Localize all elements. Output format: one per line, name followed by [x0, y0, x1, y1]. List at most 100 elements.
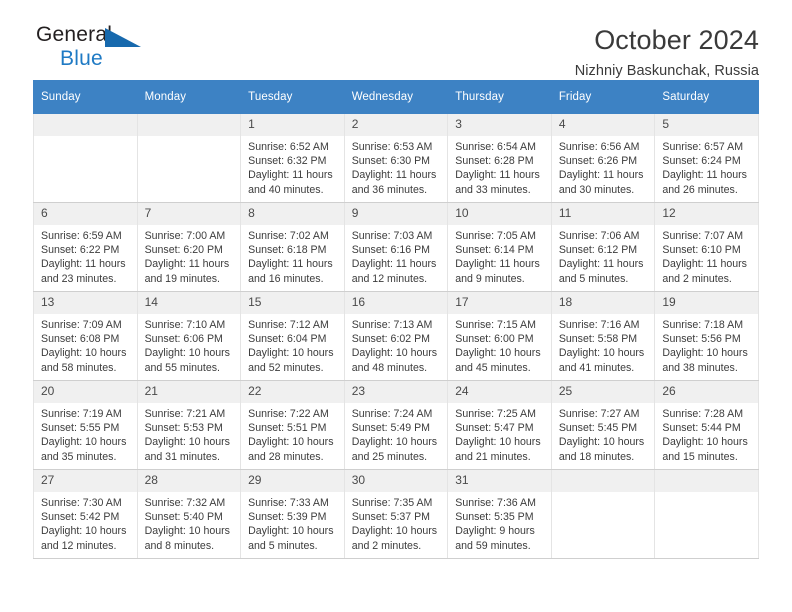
day-number: [137, 114, 241, 136]
calendar-day-cell[interactable]: 25 Sunrise: 7:27 AM Sunset: 5:45 PM Dayligh…: [550, 380, 656, 470]
calendar-day-cell[interactable]: 1 Sunrise: 6:52 AM Sunset: 6:32 PM Daylight…: [240, 113, 345, 203]
day-details: Sunrise: 7:16 AM Sunset: 5:58 PM Daylight:…: [552, 314, 655, 375]
weekday-header-row: Sunday Monday Tuesday Wednesday Thursday…: [33, 80, 759, 114]
day-cell-inner: 14 Sunrise: 7:10 AM Sunset: 6:06 PM Dayligh…: [137, 292, 241, 380]
daylight-duration-line1: Daylight: 11 hours: [248, 258, 333, 271]
day-number: 17: [448, 292, 551, 314]
calendar-day-cell[interactable]: 23 Sunrise: 7:24 AM Sunset: 5:49 PM Dayligh…: [343, 380, 449, 470]
calendar-day-cell[interactable]: 6 Sunrise: 6:59 AM Sunset: 6:22 PM Daylight…: [33, 202, 138, 292]
calendar-day-cell[interactable]: 8 Sunrise: 7:02 AM Sunset: 6:18 PM Daylight…: [240, 202, 345, 292]
calendar-day-cell[interactable]: 21 Sunrise: 7:21 AM Sunset: 5:53 PM Dayligh…: [136, 380, 242, 470]
day-cell-inner: 3 Sunrise: 6:54 AM Sunset: 6:28 PM Daylight…: [448, 114, 551, 202]
daylight-duration-line2: and 12 minutes.: [41, 539, 117, 552]
day-cell-inner: 30 Sunrise: 7:35 AM Sunset: 5:37 PM Dayligh…: [344, 470, 448, 558]
day-number: 1: [241, 114, 344, 136]
calendar-day-cell[interactable]: 15 Sunrise: 7:12 AM Sunset: 6:04 PM Dayligh…: [240, 291, 345, 381]
day-number: [655, 470, 758, 492]
calendar-day-cell[interactable]: 5 Sunrise: 6:57 AM Sunset: 6:24 PM Daylight…: [654, 113, 759, 203]
sunset-time: Sunset: 6:32 PM: [248, 155, 327, 168]
day-number: 20: [34, 381, 137, 403]
day-details: Sunrise: 7:35 AM Sunset: 5:37 PM Daylight:…: [345, 492, 448, 553]
weekday-header-sunday: Sunday: [33, 80, 138, 114]
day-cell-inner: [137, 114, 241, 202]
calendar-week-row: 1 Sunrise: 6:52 AM Sunset: 6:32 PM Daylight…: [33, 113, 759, 203]
day-cell-inner: 21 Sunrise: 7:21 AM Sunset: 5:53 PM Dayligh…: [137, 381, 241, 469]
sunset-time: Sunset: 6:26 PM: [558, 155, 638, 168]
calendar-day-cell[interactable]: 22 Sunrise: 7:22 AM Sunset: 5:51 PM Dayligh…: [240, 380, 345, 470]
calendar-day-cell[interactable]: 27 Sunrise: 7:30 AM Sunset: 5:42 PM Dayligh…: [33, 469, 138, 559]
calendar-day-cell[interactable]: 14 Sunrise: 7:10 AM Sunset: 6:06 PM Dayligh…: [136, 291, 242, 381]
calendar-day-cell[interactable]: 28 Sunrise: 7:32 AM Sunset: 5:40 PM Dayligh…: [136, 469, 242, 559]
daylight-duration-line2: and 16 minutes.: [248, 272, 324, 285]
sunset-time: Sunset: 6:06 PM: [144, 333, 223, 346]
daylight-duration-line1: Daylight: 10 hours: [248, 436, 334, 449]
calendar-day-cell[interactable]: 2 Sunrise: 6:53 AM Sunset: 6:30 PM Daylight…: [343, 113, 449, 203]
calendar-week-row: 6 Sunrise: 6:59 AM Sunset: 6:22 PM Daylight…: [33, 202, 759, 292]
day-details: Sunrise: 7:13 AM Sunset: 6:02 PM Daylight:…: [345, 314, 448, 375]
day-cell-inner: 22 Sunrise: 7:22 AM Sunset: 5:51 PM Dayligh…: [241, 381, 344, 469]
sunrise-time: Sunrise: 7:32 AM: [144, 497, 226, 509]
sunset-time: Sunset: 5:51 PM: [248, 422, 327, 435]
calendar-day-cell[interactable]: 31 Sunrise: 7:36 AM Sunset: 5:35 PM Dayligh…: [447, 469, 552, 559]
sunrise-time: Sunrise: 6:59 AM: [41, 230, 122, 242]
calendar-day-cell[interactable]: 18 Sunrise: 7:16 AM Sunset: 5:58 PM Dayligh…: [550, 291, 656, 381]
calendar-day-cell[interactable]: 13 Sunrise: 7:09 AM Sunset: 6:08 PM Dayligh…: [33, 291, 138, 381]
sunset-time: Sunset: 6:02 PM: [351, 333, 431, 346]
day-number: 16: [344, 292, 448, 314]
sunset-time: Sunset: 5:35 PM: [455, 511, 534, 524]
calendar-day-cell[interactable]: 26 Sunrise: 7:28 AM Sunset: 5:44 PM Dayligh…: [654, 380, 759, 470]
daylight-duration-line1: Daylight: 10 hours: [248, 347, 334, 360]
calendar-cell-empty: [33, 113, 138, 203]
daylight-duration-line1: Daylight: 10 hours: [144, 525, 230, 538]
sunset-time: Sunset: 6:08 PM: [41, 333, 120, 346]
day-number: [551, 470, 655, 492]
day-cell-inner: 25 Sunrise: 7:27 AM Sunset: 5:45 PM Dayligh…: [551, 381, 655, 469]
general-blue-logo[interactable]: General Blue: [33, 24, 148, 69]
calendar-day-cell[interactable]: 4 Sunrise: 6:56 AM Sunset: 6:26 PM Daylight…: [550, 113, 656, 203]
day-cell-inner: 19 Sunrise: 7:18 AM Sunset: 5:56 PM Dayligh…: [655, 292, 758, 380]
day-details: Sunrise: 7:09 AM Sunset: 6:08 PM Daylight:…: [34, 314, 137, 375]
day-cell-inner: 13 Sunrise: 7:09 AM Sunset: 6:08 PM Dayligh…: [34, 292, 137, 380]
blue-triangle-icon: [105, 26, 145, 52]
day-cell-inner: 20 Sunrise: 7:19 AM Sunset: 5:55 PM Dayligh…: [34, 381, 137, 469]
sunrise-time: Sunrise: 7:03 AM: [351, 230, 433, 242]
calendar-day-cell[interactable]: 9 Sunrise: 7:03 AM Sunset: 6:16 PM Daylight…: [343, 202, 449, 292]
calendar-day-cell[interactable]: 7 Sunrise: 7:00 AM Sunset: 6:20 PM Daylight…: [136, 202, 242, 292]
day-number: 3: [448, 114, 551, 136]
calendar-day-cell[interactable]: 11 Sunrise: 7:06 AM Sunset: 6:12 PM Dayligh…: [550, 202, 656, 292]
sunrise-time: Sunrise: 7:22 AM: [248, 408, 329, 420]
sunrise-sunset-calendar: Sunday Monday Tuesday Wednesday Thursday…: [33, 80, 759, 559]
calendar-day-cell[interactable]: 3 Sunrise: 6:54 AM Sunset: 6:28 PM Daylight…: [447, 113, 552, 203]
weekday-header-wednesday: Wednesday: [343, 80, 449, 114]
weekday-header-saturday: Saturday: [654, 80, 759, 114]
calendar-day-cell[interactable]: 30 Sunrise: 7:35 AM Sunset: 5:37 PM Dayligh…: [343, 469, 449, 559]
calendar-day-cell[interactable]: 17 Sunrise: 7:15 AM Sunset: 6:00 PM Dayligh…: [447, 291, 552, 381]
daylight-duration-line2: and 28 minutes.: [248, 450, 324, 463]
sunrise-time: Sunrise: 7:13 AM: [351, 319, 433, 331]
daylight-duration-line2: and 58 minutes.: [41, 361, 117, 374]
daylight-duration-line1: Daylight: 11 hours: [662, 169, 747, 182]
sunrise-time: Sunrise: 7:15 AM: [455, 319, 536, 331]
calendar-day-cell[interactable]: 19 Sunrise: 7:18 AM Sunset: 5:56 PM Dayligh…: [654, 291, 759, 381]
day-cell-inner: 17 Sunrise: 7:15 AM Sunset: 6:00 PM Dayligh…: [448, 292, 551, 380]
sunrise-time: Sunrise: 7:35 AM: [351, 497, 433, 509]
sunrise-time: Sunrise: 7:30 AM: [41, 497, 122, 509]
calendar-day-cell[interactable]: 16 Sunrise: 7:13 AM Sunset: 6:02 PM Dayligh…: [343, 291, 449, 381]
calendar-day-cell[interactable]: 12 Sunrise: 7:07 AM Sunset: 6:10 PM Dayligh…: [654, 202, 759, 292]
day-cell-inner: 18 Sunrise: 7:16 AM Sunset: 5:58 PM Dayligh…: [551, 292, 655, 380]
day-number: 11: [551, 203, 655, 225]
sunrise-time: Sunrise: 7:24 AM: [351, 408, 433, 420]
calendar-week-row: 27 Sunrise: 7:30 AM Sunset: 5:42 PM Dayligh…: [33, 469, 759, 559]
day-number: 15: [241, 292, 344, 314]
sunset-time: Sunset: 6:30 PM: [351, 155, 431, 168]
sunset-time: Sunset: 5:56 PM: [662, 333, 741, 346]
calendar-day-cell[interactable]: 29 Sunrise: 7:33 AM Sunset: 5:39 PM Dayligh…: [240, 469, 345, 559]
sunset-time: Sunset: 5:42 PM: [41, 511, 120, 524]
daylight-duration-line1: Daylight: 11 hours: [41, 258, 126, 271]
calendar-day-cell[interactable]: 24 Sunrise: 7:25 AM Sunset: 5:47 PM Dayligh…: [447, 380, 552, 470]
calendar-day-cell[interactable]: 10 Sunrise: 7:05 AM Sunset: 6:14 PM Dayligh…: [447, 202, 552, 292]
daylight-duration-line2: and 36 minutes.: [351, 183, 428, 196]
calendar-day-cell[interactable]: 20 Sunrise: 7:19 AM Sunset: 5:55 PM Dayligh…: [33, 380, 138, 470]
logo-text-general: General: [36, 23, 113, 46]
calendar-week-row: 20 Sunrise: 7:19 AM Sunset: 5:55 PM Dayligh…: [33, 380, 759, 470]
